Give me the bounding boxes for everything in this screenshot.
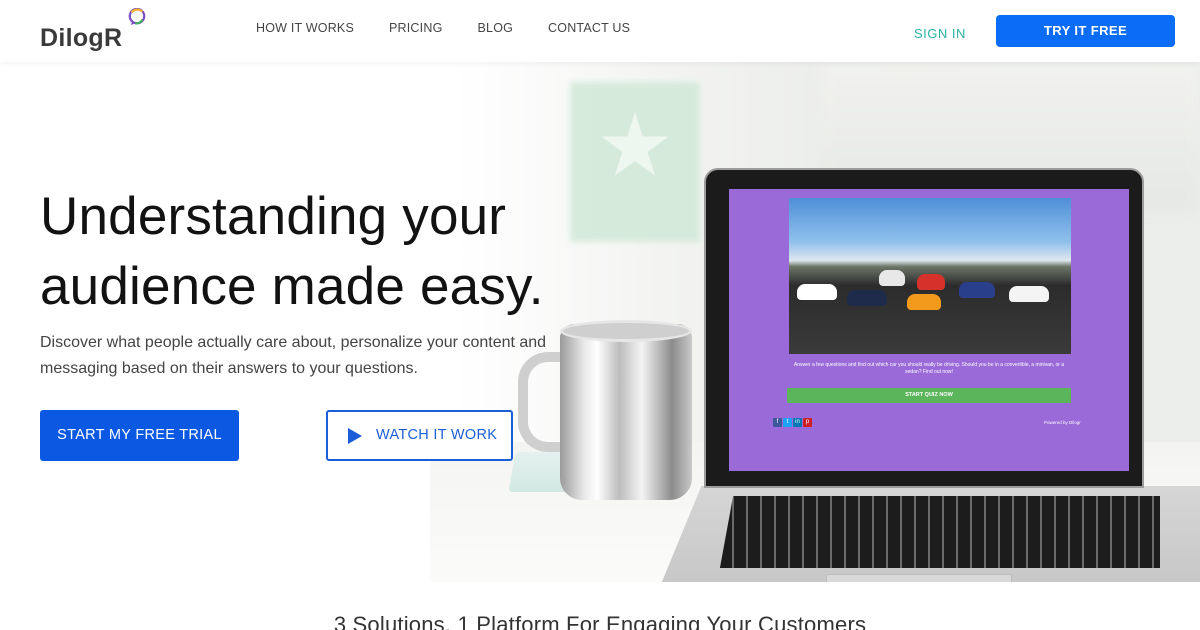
logo[interactable]: DilogR (40, 8, 150, 60)
speech-bubble-logo-icon (128, 8, 146, 26)
play-icon (348, 428, 362, 444)
facebook-icon[interactable]: f (773, 418, 782, 427)
hero-section: Understanding your audience made easy. D… (0, 62, 1200, 582)
logo-text: DilogR (40, 24, 123, 52)
start-quiz-button[interactable]: START QUIZ NOW (787, 388, 1071, 403)
laptop-trackpad (826, 574, 1012, 582)
nav-blog[interactable]: BLOG (478, 21, 514, 35)
laptop-keyboard (720, 496, 1160, 568)
sign-in-link[interactable]: SIGN IN (914, 26, 966, 41)
try-it-free-button[interactable]: TRY IT FREE (996, 15, 1175, 47)
nav-pricing[interactable]: PRICING (389, 21, 443, 35)
coffee-mug (560, 324, 692, 500)
hero-subtext: Discover what people actually care about… (40, 330, 570, 382)
car-navy (847, 290, 887, 306)
social-share-row: f t in p (773, 418, 812, 427)
quiz-intro-text: Answer a few questions and find out whic… (793, 362, 1065, 375)
landing-page: DilogR HOW IT WORKS PRICING BLOG CONTACT… (0, 0, 1200, 630)
car-silver (879, 270, 905, 286)
twitter-icon[interactable]: t (783, 418, 792, 427)
nav-how-it-works[interactable]: HOW IT WORKS (256, 21, 354, 35)
car-white (797, 284, 837, 300)
solutions-heading: 3 Solutions. 1 Platform For Engaging You… (333, 612, 867, 630)
watch-it-work-label: WATCH IT WORK (376, 427, 498, 443)
site-header: DilogR HOW IT WORKS PRICING BLOG CONTACT… (0, 0, 1200, 62)
car-red (917, 274, 945, 290)
subtext-line-1: Discover what people actually care about… (40, 334, 547, 351)
headline-line-1: Understanding your (40, 187, 507, 246)
subtext-line-2: messaging based on their answers to your… (40, 360, 418, 377)
car-orange (907, 294, 941, 310)
car-white-2 (1009, 286, 1049, 302)
start-free-trial-button[interactable]: START MY FREE TRIAL (40, 410, 239, 461)
sports-cars-photo (789, 198, 1071, 354)
powered-by-label: Powered by Dilogr (1044, 420, 1081, 425)
pinterest-icon[interactable]: p (803, 418, 812, 427)
nav-contact-us[interactable]: CONTACT US (548, 21, 630, 35)
headline-line-2: audience made easy. (40, 257, 544, 316)
mug-rim (560, 320, 692, 342)
hero-headline: Understanding your audience made easy. (40, 182, 600, 322)
main-nav: HOW IT WORKS PRICING BLOG CONTACT US (256, 21, 665, 35)
car-blue (959, 282, 995, 298)
watch-it-work-button[interactable]: WATCH IT WORK (326, 410, 513, 461)
linkedin-icon[interactable]: in (793, 418, 802, 427)
